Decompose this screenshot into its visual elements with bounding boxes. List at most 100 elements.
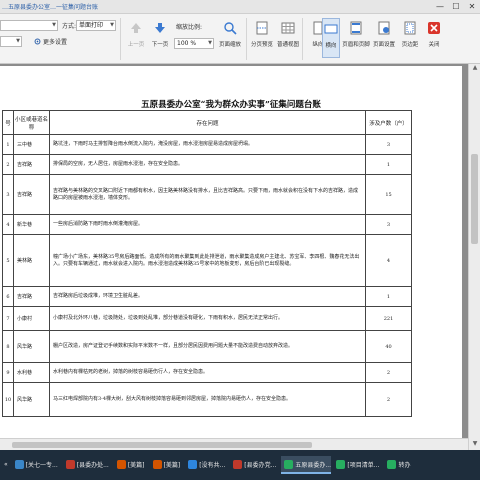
row-number: 3 <box>2 174 14 215</box>
print-method-select[interactable]: 单面打印 ▼ <box>76 20 116 31</box>
app-icon <box>152 459 162 469</box>
app-icon <box>336 459 346 469</box>
horizontal-scroll-thumb[interactable] <box>12 442 312 448</box>
chevron-down-icon: ▼ <box>52 22 56 28</box>
row-count: 1 <box>365 154 412 175</box>
normal-view-button[interactable]: 普通视图 <box>276 18 300 58</box>
scroll-up-icon[interactable]: ▲ <box>469 64 480 74</box>
row-area: 三中巷 <box>13 134 50 155</box>
close-window-icon[interactable]: ✕ <box>464 0 480 14</box>
row-count: 4 <box>365 234 412 287</box>
row-issue: 排保局的空房，无人居住，房屋雨水浸泡，存在安全隐患。 <box>49 154 366 175</box>
taskbar-item[interactable]: [美篇] <box>114 456 148 474</box>
row-area: 水利巷 <box>13 362 50 383</box>
row-number: 10 <box>2 382 14 417</box>
minimize-icon[interactable]: — <box>432 0 448 14</box>
app-icon <box>387 459 397 469</box>
more-settings-link[interactable]: 更多设置 <box>34 37 67 46</box>
settings-icon <box>34 38 41 45</box>
close-preview-button[interactable]: 关闭 <box>424 18 444 58</box>
row-area: 风华路 <box>13 330 50 363</box>
row-issue: 水利巷内有棵枯死的老树，掉落的树枝容易砸伤行人，存在安全隐患。 <box>49 362 366 383</box>
row-issue: 路坑洼，下雨时马主排暂降台雨水倒流入院内，淹没房屋，雨水浸泡房屋易造成房屋坍塌。 <box>49 134 366 155</box>
copies-field[interactable]: ▼ <box>0 36 22 47</box>
paged-preview-button[interactable]: 分页预览 <box>250 18 274 58</box>
page-setup-button[interactable]: 页面设置 <box>372 18 396 58</box>
taskbar-item-label: [项目清单... <box>347 461 380 469</box>
taskbar-item-label: 转办 <box>398 461 411 469</box>
app-icon <box>116 459 126 469</box>
row-count: 3 <box>365 134 412 155</box>
page-margin-button[interactable]: 页边距 <box>398 18 422 58</box>
app-icon <box>233 459 243 469</box>
row-area: 美林路 <box>13 234 50 287</box>
margin-icon <box>404 21 416 35</box>
table-row: 2 吉祥路 排保局的空房，无人居住，房屋雨水浸泡，存在安全隐患。 1 <box>2 154 412 175</box>
app-icon <box>188 459 198 469</box>
row-area: 风华路 <box>13 382 50 417</box>
horizontal-scrollbar[interactable] <box>0 438 468 450</box>
taskbar-item[interactable]: 转办 <box>384 456 413 474</box>
taskbar-item[interactable]: 五原县委办... <box>281 456 332 474</box>
row-count: 2 <box>365 382 412 417</box>
row-number: 5 <box>2 234 14 287</box>
next-page-button[interactable]: 下一页 <box>148 18 172 58</box>
row-count: 40 <box>365 330 412 363</box>
vertical-scrollbar[interactable]: ▲ ▼ <box>468 64 480 450</box>
landscape-icon <box>324 24 338 34</box>
row-number: 7 <box>2 306 14 331</box>
zoom-icon <box>224 22 237 35</box>
taskbar-item[interactable]: [项目清单... <box>333 456 382 474</box>
header-footer-button[interactable]: 页眉和页脚 <box>342 18 370 58</box>
table-row: 5 美林路 幢广场小广场东，美林路35号房后路面低。造成所有的雨水聚集到此处排泄道，… <box>2 234 412 287</box>
taskbar-item-label: [关七一专... <box>25 461 58 469</box>
taskbar-item-label: [美篇] <box>127 461 145 469</box>
taskbar-item[interactable]: [关七一专... <box>12 456 61 474</box>
taskbar-item[interactable]: [县委办党... <box>230 456 279 474</box>
taskbar-item-label: 五原县委办... <box>295 461 332 469</box>
table-row: 4 新华巷 一些房后消防路下雨时雨水倒灌淹房屋。 3 <box>2 214 412 235</box>
maximize-icon[interactable]: ☐ <box>448 0 464 14</box>
preview-page: 五原县委办公室“我为群众办实事”征集问题台账 号 小区或巷道名称 存在问题 涉及… <box>0 66 462 450</box>
row-issue: 吉祥路房后垃圾成堆，环境卫生脏乱差。 <box>49 286 366 307</box>
row-count: 3 <box>365 214 412 235</box>
title-bar: …五原县委办公室…一征集问题台账 — ☐ ✕ <box>0 0 480 14</box>
taskbar-item-label: [县委办党... <box>244 461 277 469</box>
row-area: 新华巷 <box>13 214 50 235</box>
table-row: 8 风华路 棚户区改造，房产证登记手续数和实际平米数不一样，且部分居民因费用问题大量… <box>2 330 412 363</box>
vertical-scroll-thumb[interactable] <box>471 154 478 244</box>
window-controls: — ☐ ✕ <box>432 0 480 14</box>
taskbar-item[interactable]: [美篇] <box>150 456 184 474</box>
table-row: 7 小康村 小康村及北外环八巷，垃圾随处，垃圾到处乱堆，部分巷道没有硬化，下雨有积水… <box>2 306 412 331</box>
document-title: 五原县委办公室“我为群众办实事”征集问题台账 <box>141 100 321 110</box>
taskbar-item[interactable]: [没有共... <box>185 456 228 474</box>
page-zoom-button[interactable]: 页面缩放 <box>217 18 243 58</box>
header-issue: 存在问题 <box>49 110 366 135</box>
row-issue: 马三红电焊部院内有3-4棵大树，刮大风有树枝掉落容易砸到邻居房屋，掉落院内易砸伤… <box>49 382 366 417</box>
taskbar-item-label: [没有共... <box>199 461 226 469</box>
row-count: 221 <box>365 306 412 331</box>
app-icon <box>65 459 75 469</box>
row-issue: 吉祥路与美林路的交叉路口附近下雨都有积水，因主路美林路没有排水，且比吉祥路高。只… <box>49 174 366 215</box>
row-count: 2 <box>365 362 412 383</box>
row-number: 6 <box>2 286 14 307</box>
arrow-down-icon <box>155 23 165 33</box>
taskbar-item-label: [美篇] <box>163 461 181 469</box>
row-area: 吉祥路 <box>13 174 50 215</box>
prev-page-button[interactable]: 上一页 <box>124 18 148 58</box>
scroll-down-icon[interactable]: ▼ <box>469 440 480 450</box>
taskbar-item[interactable]: [县委办处... <box>63 456 112 474</box>
chevron-down-icon: ▼ <box>110 22 114 28</box>
landscape-button[interactable]: 横向 <box>322 18 340 58</box>
printer-select[interactable]: ▼ <box>0 20 58 31</box>
row-number: 1 <box>2 134 14 155</box>
row-issue: 小康村及北外环八巷，垃圾随处，垃圾到处乱堆，部分巷道没有硬化，下雨有积水，居民无… <box>49 306 366 331</box>
taskbar-item-label: [县委办处... <box>76 461 109 469</box>
chevron-down-icon: ▼ <box>208 40 212 46</box>
grid-view-icon <box>281 22 295 34</box>
table-row: 3 吉祥路 吉祥路与美林路的交叉路口附近下雨都有积水，因主路美林路没有排水，且比吉祥… <box>2 174 412 215</box>
app-icon <box>14 459 24 469</box>
taskbar-overflow-button[interactable]: « <box>2 456 10 474</box>
zoom-select[interactable]: 100 % ▼ <box>174 38 214 49</box>
header-count: 涉及户数（户） <box>365 110 412 135</box>
